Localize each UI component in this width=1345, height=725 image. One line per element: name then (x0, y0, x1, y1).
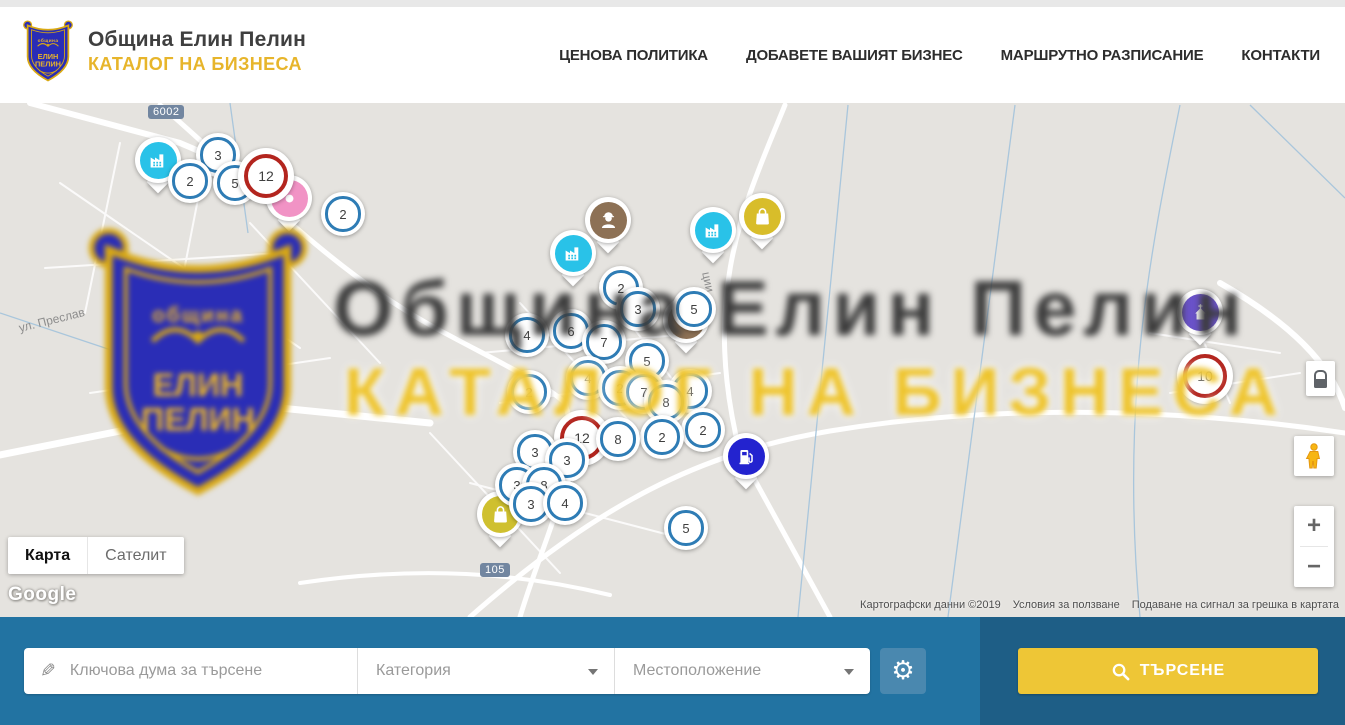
search-icon (1111, 662, 1130, 681)
pegman-icon (1302, 443, 1326, 469)
search-bar: ✎ Категория Местоположение ⚙ ТЪРСЕНЕ (0, 617, 1345, 725)
map-cluster-marker[interactable]: 2 (640, 415, 684, 459)
chevron-down-icon (844, 669, 854, 675)
cluster-count: 3 (527, 497, 534, 512)
nav-item-pricing[interactable]: ЦЕНОВА ПОЛИТИКА (559, 47, 708, 64)
lock-button[interactable] (1306, 361, 1335, 396)
cluster-count: 2 (339, 207, 346, 222)
svg-text:ПЕЛИН: ПЕЛИН (35, 60, 61, 69)
bag-icon (490, 504, 511, 525)
map-cluster-marker[interactable]: 4 (543, 481, 587, 525)
category-select-label: Категория (376, 662, 451, 680)
advanced-search-button[interactable]: ⚙ (880, 648, 926, 694)
pencil-icon: ✎ (40, 660, 56, 682)
map-markers-layer: 3 2 5 12 2 2 3 5 6 4 7 5 4 2 2 7 4 8 2 2… (0, 103, 1345, 617)
cluster-count: 2 (186, 174, 193, 189)
map-type-map-button[interactable]: Карта (8, 537, 87, 574)
fuel-icon (736, 446, 757, 467)
cluster-count: 8 (614, 432, 621, 447)
map-cluster-marker[interactable]: 2 (507, 370, 551, 414)
site-logo[interactable]: община ЕЛИН ПЕЛИН Община Елин Пелин КАТА… (22, 18, 306, 84)
map-pin-factory[interactable] (690, 207, 736, 253)
cluster-count: 2 (699, 423, 706, 438)
cluster-count: 10 (1197, 368, 1213, 384)
map-type-control: Карта Сателит (8, 537, 184, 574)
map-canvas[interactable]: 6002 105 ул. Преслав бул. „Новосел ции (0, 103, 1345, 617)
business-catalog-page: община ЕЛИН ПЕЛИН Община Елин Пелин КАТА… (0, 0, 1345, 725)
cluster-count: 8 (662, 395, 669, 410)
site-subtitle: КАТАЛОГ НА БИЗНЕСА (88, 54, 306, 75)
map-cluster-marker[interactable]: 3 (616, 287, 660, 331)
cluster-count: 12 (258, 168, 274, 184)
location-select[interactable]: Местоположение (615, 648, 870, 694)
keyword-field[interactable]: ✎ (24, 648, 358, 694)
cluster-count: 5 (643, 354, 650, 369)
map-cluster-marker[interactable]: 2 (681, 408, 725, 452)
municipality-crest-icon: община ЕЛИН ПЕЛИН (22, 18, 74, 84)
cluster-count: 4 (561, 496, 568, 511)
cluster-count: 4 (584, 371, 591, 386)
nav-item-route-schedule[interactable]: МАРШРУТНО РАЗПИСАНИЕ (1001, 47, 1204, 64)
keyword-input[interactable] (68, 661, 322, 681)
report-error-link[interactable]: Подаване на сигнал за грешка в картата (1132, 599, 1339, 611)
gear-icon: ⚙ (891, 658, 914, 684)
map-cluster-marker[interactable]: 4 (505, 313, 549, 357)
header: община ЕЛИН ПЕЛИН Община Елин Пелин КАТА… (0, 7, 1345, 104)
search-fields: ✎ Категория Местоположение (24, 648, 870, 694)
map-cluster-marker[interactable]: 5 (664, 506, 708, 550)
map-cluster-marker[interactable]: 2 (168, 159, 212, 203)
factory-icon (563, 243, 584, 264)
cluster-count: 3 (563, 453, 570, 468)
logo-text: Община Елин Пелин КАТАЛОГ НА БИЗНЕСА (88, 28, 306, 75)
cluster-count: 5 (690, 302, 697, 317)
cluster-count: 7 (600, 335, 607, 350)
zoom-control: + − (1294, 506, 1334, 587)
map-cluster-marker[interactable]: 8 (596, 417, 640, 461)
chevron-down-icon (588, 669, 598, 675)
attribution-copyright: Картографски данни ©2019 (860, 599, 1001, 611)
location-select-label: Местоположение (633, 662, 761, 680)
nav-item-contacts[interactable]: КОНТАКТИ (1241, 47, 1320, 64)
church-icon (1190, 302, 1211, 323)
bag-icon (752, 206, 773, 227)
top-strip (0, 0, 1345, 7)
cluster-count: 5 (682, 521, 689, 536)
map-pin-fuel[interactable] (723, 433, 769, 479)
cluster-count: 3 (214, 148, 221, 163)
cluster-count: 6 (567, 324, 574, 339)
site-title: Община Елин Пелин (88, 28, 306, 52)
cluster-count: 3 (531, 445, 538, 460)
cluster-count: 3 (634, 302, 641, 317)
map-cluster-marker[interactable]: 2 (321, 192, 365, 236)
map-pin-church[interactable] (1177, 289, 1223, 335)
zoom-in-button[interactable]: + (1294, 506, 1334, 546)
map-cluster-marker[interactable]: 10 (1177, 348, 1233, 404)
cluster-count: 2 (658, 430, 665, 445)
main-nav: ЦЕНОВА ПОЛИТИКА ДОБАВЕТЕ ВАШИЯТ БИЗНЕС М… (559, 7, 1320, 103)
cluster-count: 4 (523, 328, 530, 343)
map-cluster-marker[interactable]: 5 (672, 287, 716, 331)
cluster-count: 2 (525, 385, 532, 400)
worker-icon (598, 210, 619, 231)
terms-link[interactable]: Условия за ползване (1013, 599, 1120, 611)
zoom-out-button[interactable]: − (1294, 547, 1334, 587)
nav-item-add-business[interactable]: ДОБАВЕТЕ ВАШИЯТ БИЗНЕС (746, 47, 963, 64)
map-pin-factory[interactable] (550, 230, 596, 276)
map-cluster-marker[interactable]: 12 (238, 148, 294, 204)
factory-icon (148, 150, 169, 171)
map-type-satellite-button[interactable]: Сателит (87, 537, 183, 574)
map-pin-bag[interactable] (739, 193, 785, 239)
google-logo[interactable]: Google (8, 584, 76, 606)
category-select[interactable]: Категория (358, 648, 615, 694)
street-view-pegman-button[interactable] (1294, 436, 1334, 476)
search-button[interactable]: ТЪРСЕНЕ (1018, 648, 1318, 694)
factory-icon (703, 220, 724, 241)
map-attribution: Картографски данни ©2019 Условия за полз… (860, 599, 1339, 611)
